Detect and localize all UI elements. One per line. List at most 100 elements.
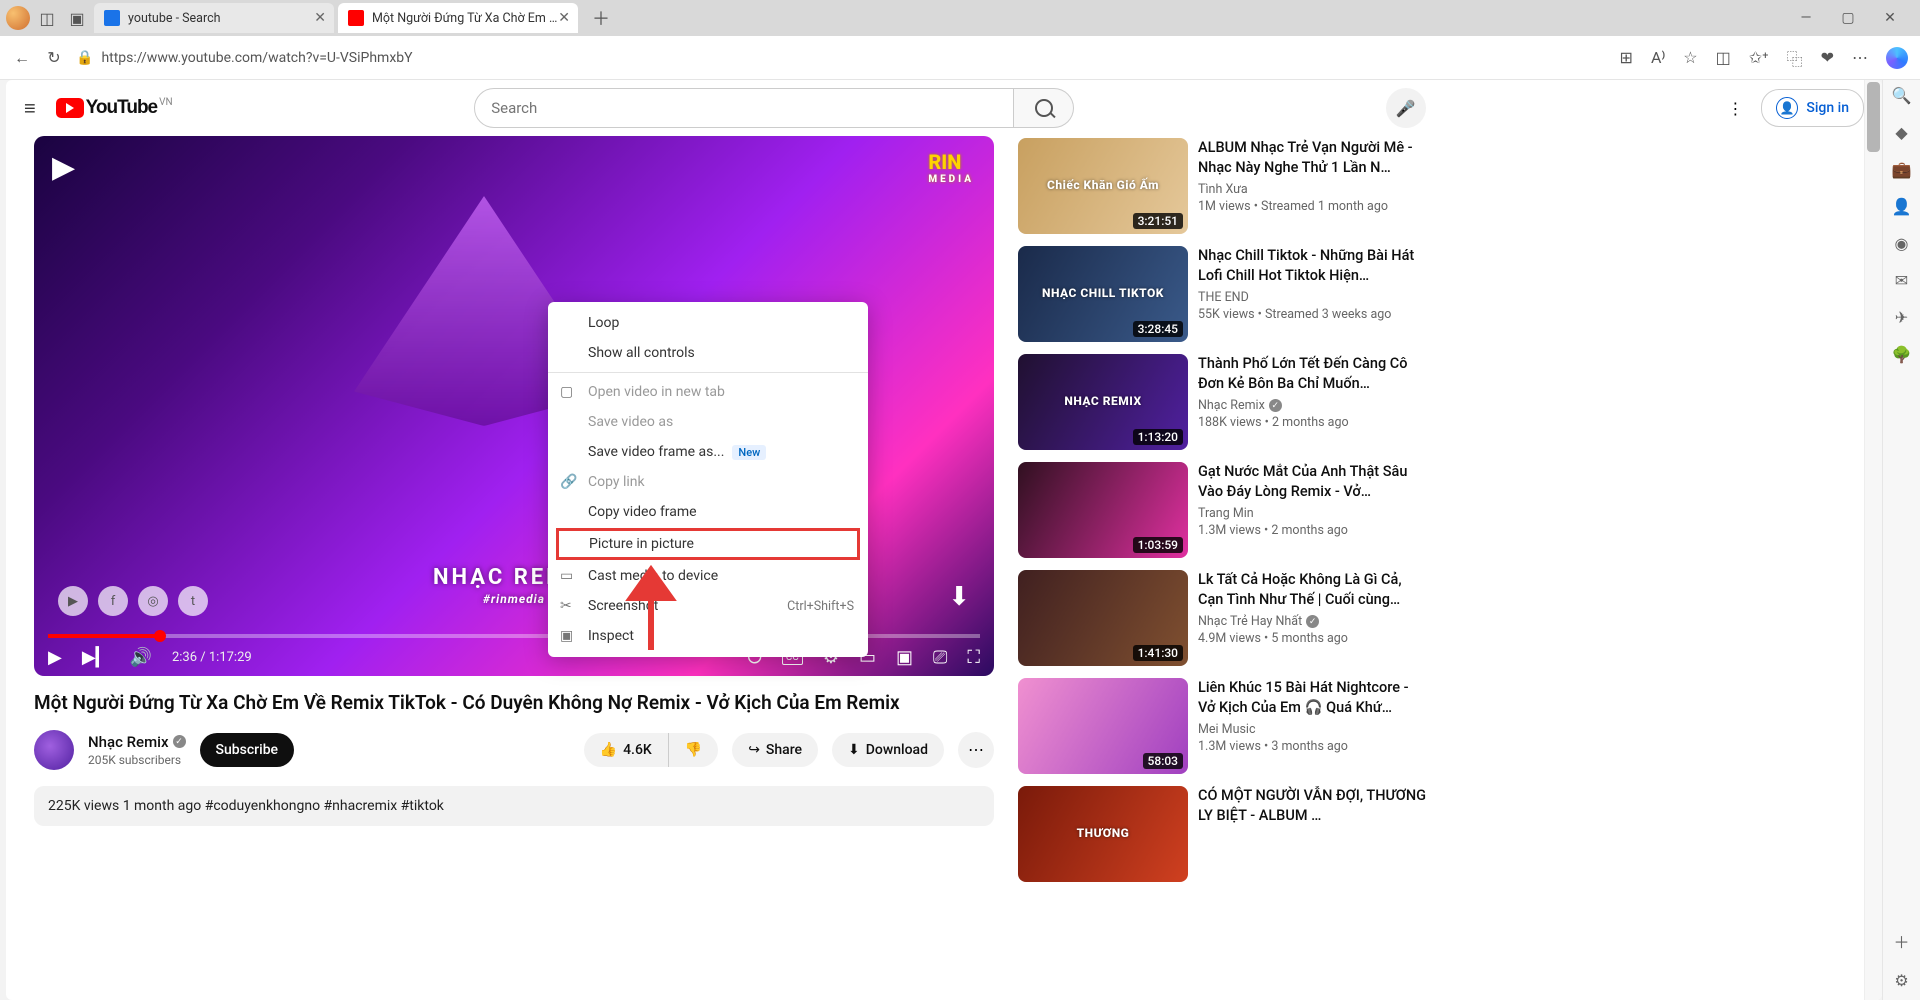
menu-loop[interactable]: Loop [548,308,868,338]
like-button[interactable]: 👍4.6K [584,733,669,767]
dislike-button[interactable]: 👎 [669,733,718,767]
favorites-bar-icon[interactable]: ✩⁺ [1749,48,1769,67]
performance-icon[interactable]: ❤︎ [1821,48,1834,67]
subscribe-button[interactable]: Subscribe [200,733,295,767]
thumbnail: NHẠC CHILL TIKTOK3:28:45 [1018,246,1188,342]
related-stats: 188K views • 2 months ago [1198,415,1428,430]
settings-icon[interactable]: ⋮ [1727,99,1743,118]
fullscreen-button[interactable]: ⛶ [967,647,980,668]
sidebar-add-icon[interactable]: ＋ [1893,929,1909,953]
related-stats: 55K views • Streamed 3 weeks ago [1198,307,1428,322]
maximize-button[interactable]: ▢ [1834,10,1862,26]
reload-button[interactable]: ↻ [44,48,64,67]
settings-menu-icon[interactable]: ⋯ [1852,48,1868,67]
fb-bubble-icon[interactable]: f [98,586,128,616]
youtube-logo[interactable]: YouTube VN [56,97,173,119]
menu-save-frame[interactable]: Save video frame as...New [548,437,868,467]
verified-icon: ✓ [1269,399,1282,412]
edge-sidebar: 🔍 ◆ 💼 👤 ◉ ✉ ✈ 🌳 ＋ ⚙ [1882,80,1920,1000]
hamburger-icon[interactable]: ≡ [24,96,36,121]
youtube-icon [348,10,364,26]
workspaces-icon[interactable]: ◫ [34,9,60,28]
tab-search[interactable]: youtube - Search ✕ [94,3,334,33]
channel-name[interactable]: Nhạc Remix [88,733,169,751]
copilot-icon[interactable] [1886,47,1908,69]
browser-profile-avatar[interactable] [6,6,30,30]
time-display: 2:36 / 1:17:29 [172,650,252,665]
back-button[interactable]: ← [12,48,32,68]
menu-screenshot[interactable]: ✂ScreenshotCtrl+Shift+S [548,591,868,621]
sidebar-efficiency-icon[interactable]: 🌳 [1892,345,1912,364]
close-icon[interactable]: ✕ [314,10,326,26]
duration-badge: 1:13:20 [1133,429,1183,445]
related-item[interactable]: NHẠC CHILL TIKTOK3:28:45 Nhạc Chill Tikt… [1018,246,1428,342]
page-scrollbar[interactable] [1864,80,1882,1000]
download-overlay-icon[interactable]: ⬇ [948,582,970,612]
favorite-icon[interactable]: ☆ [1683,48,1697,67]
sidebar-tools-icon[interactable]: ◆ [1895,123,1907,142]
thumbs-up-icon: 👍 [600,742,617,758]
menu-open-new-tab: ▢Open video in new tab [548,377,868,407]
menu-cast[interactable]: ▭Cast media to device [548,561,868,591]
cast-icon[interactable]: ⎚ [933,647,947,668]
voice-search-button[interactable]: 🎤 [1386,88,1426,128]
related-title: Gạt Nước Mắt Của Anh Thật Sâu Vào Đáy Lò… [1198,462,1428,501]
related-title: ALBUM Nhạc Trẻ Vạn Người Mê - Nhạc Này N… [1198,138,1428,177]
address-bar[interactable]: 🔒 https://www.youtube.com/watch?v=U-VSiP… [76,50,1608,66]
split-screen-icon[interactable]: ◫ [1716,48,1731,67]
new-tab-button[interactable]: ＋ [582,5,620,31]
minimize-button[interactable]: — [1792,10,1820,26]
related-item[interactable]: THƯƠNG CÓ MỘT NGƯỜI VẪN ĐỢI, THƯƠNG LY B… [1018,786,1428,882]
lock-icon: 🔒 [76,50,93,66]
social-bubbles: ▶ f ◎ t [58,586,208,616]
mic-icon: 🎤 [1396,99,1416,118]
extensions-icon[interactable]: ⊞ [1620,48,1633,67]
sidebar-send-icon[interactable]: ✈ [1895,308,1908,327]
volume-icon[interactable]: 🔊 [130,647,152,668]
tabs-overview-icon[interactable]: ▣ [64,9,90,28]
sidebar-shopping-icon[interactable]: 💼 [1892,160,1912,179]
sidebar-settings-icon[interactable]: ⚙ [1894,971,1908,990]
related-item[interactable]: NHẠC REMIX1:13:20 Thành Phố Lớn Tết Đến … [1018,354,1428,450]
duration-badge: 1:03:59 [1133,537,1183,553]
next-button[interactable]: ▶▎ [82,647,110,668]
related-item[interactable]: 1:03:59 Gạt Nước Mắt Của Anh Thật Sâu Và… [1018,462,1428,558]
close-icon[interactable]: ✕ [558,10,570,26]
search-button[interactable] [1014,88,1074,128]
theater-button[interactable]: ▣ [896,647,913,668]
play-button[interactable]: ▶ [48,647,62,668]
duration-badge: 1:41:30 [1133,645,1183,661]
close-window-button[interactable]: ✕ [1876,10,1904,26]
sidebar-people-icon[interactable]: 👤 [1892,197,1912,216]
yt-bubble-icon[interactable]: ▶ [58,586,88,616]
sidebar-m365-icon[interactable]: ◉ [1895,234,1909,253]
tw-bubble-icon[interactable]: t [178,586,208,616]
related-item[interactable]: 58:03 Liên Khúc 15 Bài Hát Nightcore - V… [1018,678,1428,774]
related-item[interactable]: 1:41:30 Lk Tất Cả Hoặc Không Là Gì Cả, C… [1018,570,1428,666]
signin-label: Sign in [1806,100,1849,116]
ig-bubble-icon[interactable]: ◎ [138,586,168,616]
signin-button[interactable]: 👤 Sign in [1761,89,1864,127]
menu-show-controls[interactable]: Show all controls [548,338,868,368]
tab-title: youtube - Search [128,11,221,26]
menu-picture-in-picture[interactable]: Picture in picture [556,528,860,560]
sidebar-outlook-icon[interactable]: ✉ [1895,271,1908,290]
thumbnail: Chiếc Khăn Gió Ấm3:21:51 [1018,138,1188,234]
read-aloud-icon[interactable]: A⁾ [1651,48,1665,67]
more-actions-button[interactable]: ⋯ [958,732,994,768]
channel-avatar[interactable] [34,730,74,770]
download-button[interactable]: ⬇Download [832,733,944,767]
collections-icon[interactable]: ⿻ [1787,46,1803,70]
related-item[interactable]: Chiếc Khăn Gió Ấm3:21:51 ALBUM Nhạc Trẻ … [1018,138,1428,234]
thumbnail: THƯƠNG [1018,786,1188,882]
menu-copy-frame[interactable]: Copy video frame [548,497,868,527]
related-channel: Nhạc Trẻ Hay Nhất ✓ [1198,614,1428,629]
description-box[interactable]: 225K views 1 month ago #coduyenkhongno #… [34,786,994,826]
sidebar-search-icon[interactable]: 🔍 [1892,86,1912,105]
tab-youtube[interactable]: Một Người Đứng Từ Xa Chờ Em … ✕ [338,3,578,33]
search-input[interactable] [474,88,1014,128]
menu-inspect[interactable]: ▣Inspect [548,621,868,651]
related-channel: Trang Min [1198,506,1428,521]
related-channel: Mei Music [1198,722,1428,737]
share-button[interactable]: ↪Share [732,733,818,767]
